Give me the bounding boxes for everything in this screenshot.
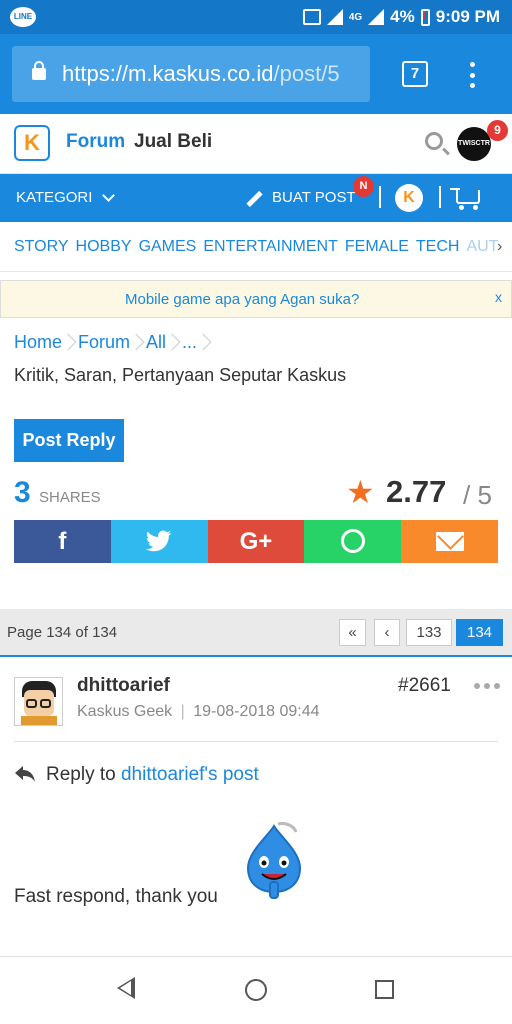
post-body: Fast respond, thank you — [14, 886, 218, 907]
cell-signal-icon — [368, 9, 385, 25]
divider — [439, 186, 441, 208]
category-auto[interactable]: AUT — [466, 238, 498, 256]
vibrate-icon — [302, 9, 321, 25]
lock-icon — [32, 61, 46, 80]
star-icon: ★ — [346, 474, 375, 510]
email-icon — [435, 531, 464, 551]
line-app-icon: LINE — [10, 7, 36, 27]
breadcrumb-all[interactable]: All — [146, 332, 182, 353]
recent-apps-icon[interactable] — [375, 980, 394, 999]
site-header: K Forum Jual Beli TWISCTR 9 — [0, 114, 512, 174]
category-scroll-right-icon[interactable]: › — [497, 238, 502, 256]
category-hobby[interactable]: HOBBY — [76, 238, 132, 256]
forum-link[interactable]: Forum — [66, 131, 125, 153]
url-text: https://m.kaskus.co.id/post/5 — [62, 61, 340, 86]
buat-post-button[interactable]: BUAT POST — [272, 189, 356, 206]
pencil-icon — [246, 190, 263, 208]
category-list: STORY HOBBY GAMES ENTERTAINMENT FEMALE T… — [14, 238, 498, 256]
category-games[interactable]: GAMES — [139, 238, 197, 256]
breadcrumb-home[interactable]: Home — [14, 332, 78, 353]
kaskus-logo[interactable]: K — [14, 125, 50, 161]
home-icon[interactable] — [245, 979, 267, 1001]
chevron-down-icon — [102, 189, 115, 202]
facebook-icon: f — [58, 528, 67, 555]
category-tabs: STORY HOBBY GAMES ENTERTAINMENT FEMALE T… — [0, 222, 512, 272]
poster-meta: Kaskus Geek | 19-08-2018 09:44 — [77, 703, 320, 720]
more-options-icon[interactable] — [474, 683, 500, 689]
breadcrumb-more[interactable]: ... — [182, 332, 213, 353]
user-avatar[interactable]: TWISCTR — [457, 127, 491, 161]
post-number[interactable]: #2661 — [398, 675, 451, 697]
reply-to-link[interactable]: dhittoarief's post — [121, 764, 259, 785]
post-reply-button[interactable]: Post Reply — [14, 419, 124, 462]
reply-to-line: Reply to dhittoarief's post — [46, 764, 259, 786]
share-email-button[interactable] — [401, 520, 498, 563]
poster-avatar[interactable] — [14, 677, 63, 726]
reply-arrow-icon — [15, 766, 35, 782]
back-icon[interactable] — [117, 977, 135, 999]
status-bar: LINE 4G 4% 9:09 PM — [0, 0, 512, 34]
kaskus-coin-icon[interactable]: K — [395, 184, 423, 212]
announcement-banner: Mobile game apa yang Agan suka? x — [0, 280, 512, 318]
rating-max: / 5 — [463, 480, 492, 510]
category-entertainment[interactable]: ENTERTAINMENT — [203, 238, 338, 256]
battery-percent: 4% — [390, 7, 415, 26]
browser-menu-icon[interactable] — [462, 60, 482, 90]
pagination-bar: Page 134 of 134 « ‹ 133 134 — [0, 609, 512, 657]
share-whatsapp-button[interactable] — [304, 520, 402, 563]
notification-badge[interactable]: 9 — [487, 120, 508, 141]
jual-beli-link[interactable]: Jual Beli — [134, 131, 212, 153]
clock: 9:09 PM — [435, 7, 500, 26]
nav-bar: KATEGORI BUAT POST N K — [0, 174, 512, 222]
google-plus-icon: G+ — [239, 528, 273, 555]
category-tech[interactable]: TECH — [416, 238, 460, 256]
kategori-button[interactable]: KATEGORI — [16, 189, 92, 206]
close-banner-button[interactable]: x — [495, 289, 502, 305]
first-page-button[interactable]: « — [339, 619, 366, 646]
thread-title: Kritik, Saran, Pertanyaan Seputar Kaskus — [14, 365, 347, 385]
emoticon-image — [246, 822, 302, 899]
cart-icon[interactable] — [450, 188, 480, 210]
twitter-icon — [146, 530, 172, 551]
category-female[interactable]: FEMALE — [345, 238, 409, 256]
new-badge: N — [353, 176, 374, 197]
page-133-button[interactable]: 133 — [406, 619, 452, 646]
rating-value: 2.77 — [386, 474, 447, 509]
browser-toolbar: https://m.kaskus.co.id/post/5 7 — [0, 34, 512, 114]
breadcrumb: Home Forum All ... — [14, 332, 213, 353]
poster-username[interactable]: dhittoarief — [77, 675, 170, 697]
tab-switcher-button[interactable]: 7 — [402, 61, 428, 87]
network-label: 4G — [348, 11, 363, 23]
share-twitter-button[interactable] — [110, 520, 208, 563]
current-page: 134 — [456, 619, 503, 646]
post-divider — [14, 741, 498, 742]
status-icons: 4G 4% 9:09 PM — [302, 0, 500, 34]
poster-rank: Kaskus Geek — [77, 703, 173, 720]
battery-icon — [420, 8, 430, 26]
shares-label: SHARES — [39, 489, 101, 506]
category-story[interactable]: STORY — [14, 238, 69, 256]
prev-page-button[interactable]: ‹ — [374, 619, 400, 646]
search-icon[interactable] — [425, 132, 443, 150]
shares-count: 3 — [14, 476, 31, 509]
post-date: 19-08-2018 09:44 — [193, 703, 320, 720]
share-google-plus-button[interactable]: G+ — [207, 520, 305, 563]
breadcrumb-forum[interactable]: Forum — [78, 332, 146, 353]
announcement-link[interactable]: Mobile game apa yang Agan suka? — [125, 291, 359, 308]
page-info: Page 134 of 134 — [7, 624, 118, 641]
share-facebook-button[interactable]: f — [14, 520, 111, 563]
android-navigation-bar — [0, 956, 512, 1024]
share-bar: f G+ — [14, 520, 498, 563]
divider — [379, 186, 381, 208]
whatsapp-icon — [340, 529, 365, 554]
url-field[interactable]: https://m.kaskus.co.id/post/5 — [12, 46, 370, 102]
signal-icon — [326, 9, 343, 25]
reply-to-prefix: Reply to — [46, 764, 116, 785]
